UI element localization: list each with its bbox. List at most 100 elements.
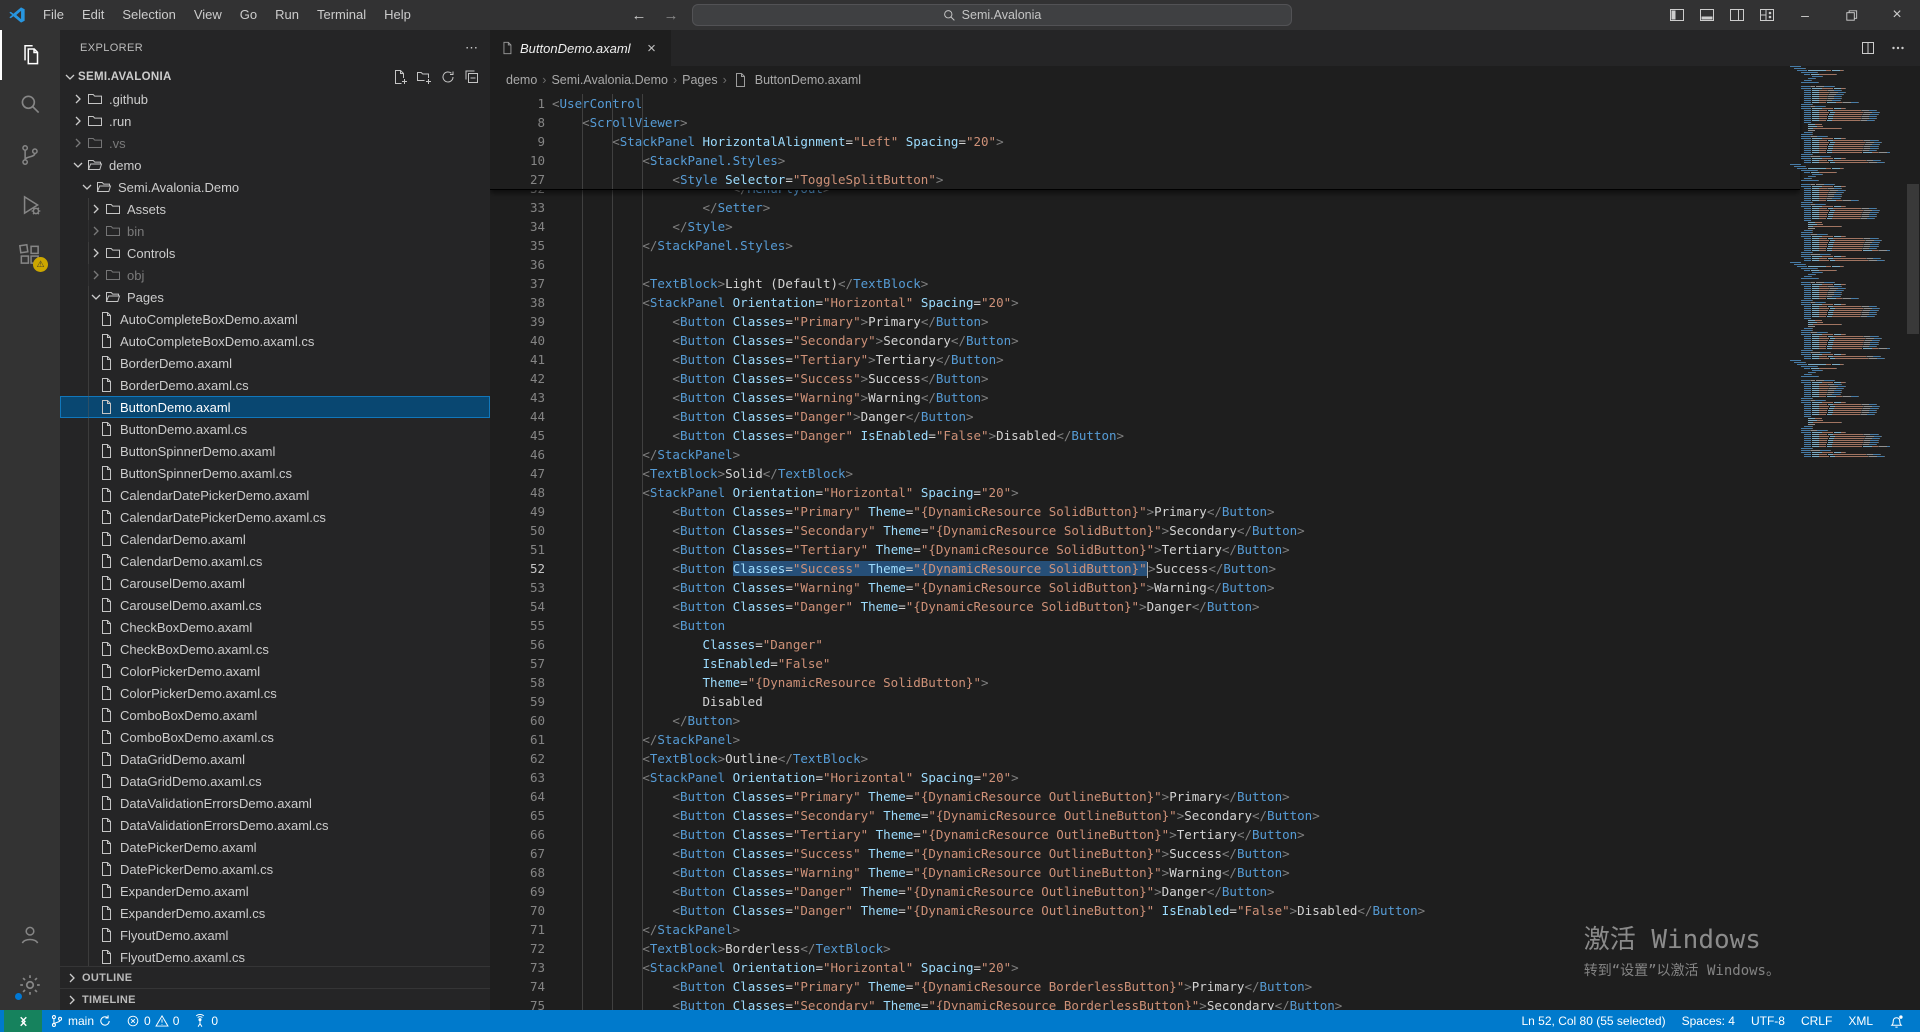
command-center-search[interactable]: Semi.Avalonia bbox=[692, 4, 1292, 26]
new-file-button[interactable] bbox=[392, 69, 408, 85]
code-line[interactable]: 8 <ScrollViewer> bbox=[490, 113, 1800, 132]
line-number[interactable]: 37 bbox=[490, 274, 545, 293]
status-indentation[interactable]: Spaces: 4 bbox=[1676, 1010, 1741, 1032]
line-number[interactable]: 34 bbox=[490, 217, 545, 236]
restore-button[interactable] bbox=[1828, 0, 1874, 30]
breadcrumb-item[interactable]: ButtonDemo.axaml bbox=[755, 73, 861, 87]
activity-source-control-icon[interactable] bbox=[0, 130, 60, 180]
code-line[interactable]: 65 <Button Classes="Secondary" Theme="{D… bbox=[490, 806, 1920, 825]
code-line[interactable]: 33 </Setter> bbox=[490, 198, 1920, 217]
line-number[interactable]: 44 bbox=[490, 407, 545, 426]
line-number[interactable]: 71 bbox=[490, 920, 545, 939]
tab-close-button[interactable]: × bbox=[643, 40, 661, 57]
code-line[interactable]: 70 <Button Classes="Danger" Theme="{Dyna… bbox=[490, 901, 1920, 920]
breadcrumb-item[interactable]: Semi.Avalonia.Demo bbox=[551, 73, 668, 87]
line-number[interactable]: 40 bbox=[490, 331, 545, 350]
line-number[interactable]: 43 bbox=[490, 388, 545, 407]
tree-item-expanderdemo-axaml-cs[interactable]: ExpanderDemo.axaml.cs bbox=[60, 902, 490, 924]
tree-item-calendardemo-axaml-cs[interactable]: CalendarDemo.axaml.cs bbox=[60, 550, 490, 572]
tree-item--github[interactable]: .github bbox=[60, 88, 490, 110]
line-number[interactable]: 51 bbox=[490, 540, 545, 559]
code-editor[interactable]: 32 </MenuFlyout>33 </Setter>34 </Style>3… bbox=[490, 94, 1920, 1010]
line-number[interactable]: 65 bbox=[490, 806, 545, 825]
tree-item-expanderdemo-axaml[interactable]: ExpanderDemo.axaml bbox=[60, 880, 490, 902]
toggle-secondary-sidebar-button[interactable] bbox=[1722, 0, 1752, 30]
tree-item-buttonspinnerdemo-axaml-cs[interactable]: ButtonSpinnerDemo.axaml.cs bbox=[60, 462, 490, 484]
breadcrumb-item[interactable]: Pages bbox=[682, 73, 717, 87]
code-line[interactable]: 67 <Button Classes="Success" Theme="{Dyn… bbox=[490, 844, 1920, 863]
code-line[interactable]: 42 <Button Classes="Success">Success</Bu… bbox=[490, 369, 1920, 388]
line-number[interactable]: 49 bbox=[490, 502, 545, 521]
tree-item-datagriddemo-axaml-cs[interactable]: DataGridDemo.axaml.cs bbox=[60, 770, 490, 792]
refresh-explorer-button[interactable] bbox=[440, 69, 456, 85]
tree-item-datepickerdemo-axaml[interactable]: DatePickerDemo.axaml bbox=[60, 836, 490, 858]
activity-explorer-icon[interactable] bbox=[0, 30, 60, 80]
code-line[interactable]: 9 <StackPanel HorizontalAlignment="Left"… bbox=[490, 132, 1800, 151]
split-editor-button[interactable] bbox=[1860, 40, 1876, 56]
line-number[interactable]: 56 bbox=[490, 635, 545, 654]
tree-item-controls[interactable]: Controls bbox=[60, 242, 490, 264]
activity-run-debug-icon[interactable] bbox=[0, 180, 60, 230]
code-line[interactable]: 37 <TextBlock>Light (Default)</TextBlock… bbox=[490, 274, 1920, 293]
line-number[interactable]: 61 bbox=[490, 730, 545, 749]
tree-item-datavalidationerrorsdemo-axaml-cs[interactable]: DataValidationErrorsDemo.axaml.cs bbox=[60, 814, 490, 836]
tree-item-datepickerdemo-axaml-cs[interactable]: DatePickerDemo.axaml.cs bbox=[60, 858, 490, 880]
code-line[interactable]: 54 <Button Classes="Danger" Theme="{Dyna… bbox=[490, 597, 1920, 616]
line-number[interactable]: 48 bbox=[490, 483, 545, 502]
code-line[interactable]: 40 <Button Classes="Secondary">Secondary… bbox=[490, 331, 1920, 350]
activity-search-icon[interactable] bbox=[0, 80, 60, 130]
menu-go[interactable]: Go bbox=[231, 0, 266, 30]
code-line[interactable]: 60 </Button> bbox=[490, 711, 1920, 730]
code-line[interactable]: 69 <Button Classes="Danger" Theme="{Dyna… bbox=[490, 882, 1920, 901]
tree-item-demo[interactable]: demo bbox=[60, 154, 490, 176]
tree-item-autocompleteboxdemo-axaml-cs[interactable]: AutoCompleteBoxDemo.axaml.cs bbox=[60, 330, 490, 352]
code-line[interactable]: 47 <TextBlock>Solid</TextBlock> bbox=[490, 464, 1920, 483]
status-problems[interactable]: 00 bbox=[120, 1010, 185, 1032]
line-number[interactable]: 74 bbox=[490, 977, 545, 996]
tree-item--run[interactable]: .run bbox=[60, 110, 490, 132]
line-number[interactable]: 9 bbox=[490, 132, 545, 151]
line-number[interactable]: 58 bbox=[490, 673, 545, 692]
status-ports[interactable]: 0 bbox=[187, 1010, 224, 1032]
tree-item-semi-avalonia-demo[interactable]: Semi.Avalonia.Demo bbox=[60, 176, 490, 198]
line-number[interactable]: 42 bbox=[490, 369, 545, 388]
tree-item-autocompleteboxdemo-axaml[interactable]: AutoCompleteBoxDemo.axaml bbox=[60, 308, 490, 330]
tree-item-calendardatepickerdemo-axaml-cs[interactable]: CalendarDatePickerDemo.axaml.cs bbox=[60, 506, 490, 528]
editor-scrollbar[interactable] bbox=[1906, 66, 1920, 1010]
line-number[interactable]: 53 bbox=[490, 578, 545, 597]
status-eol-sequence[interactable]: CRLF bbox=[1795, 1010, 1838, 1032]
code-line[interactable]: 55 <Button bbox=[490, 616, 1920, 635]
code-line[interactable]: 68 <Button Classes="Warning" Theme="{Dyn… bbox=[490, 863, 1920, 882]
line-number[interactable]: 39 bbox=[490, 312, 545, 331]
tree-item-buttondemo-axaml-cs[interactable]: ButtonDemo.axaml.cs bbox=[60, 418, 490, 440]
code-line[interactable]: 66 <Button Classes="Tertiary" Theme="{Dy… bbox=[490, 825, 1920, 844]
toggle-sidebar-button[interactable] bbox=[1662, 0, 1692, 30]
code-line[interactable]: 59 Disabled bbox=[490, 692, 1920, 711]
collapse-folders-button[interactable] bbox=[464, 69, 480, 85]
scrollbar-slider[interactable] bbox=[1907, 184, 1919, 334]
code-line[interactable]: 41 <Button Classes="Tertiary">Tertiary</… bbox=[490, 350, 1920, 369]
code-line[interactable]: 48 <StackPanel Orientation="Horizontal" … bbox=[490, 483, 1920, 502]
tree-item-comboboxdemo-axaml[interactable]: ComboBoxDemo.axaml bbox=[60, 704, 490, 726]
menu-terminal[interactable]: Terminal bbox=[308, 0, 375, 30]
code-line[interactable]: 10 <StackPanel.Styles> bbox=[490, 151, 1800, 170]
status-notifications[interactable] bbox=[1883, 1010, 1910, 1032]
status-encoding[interactable]: UTF-8 bbox=[1745, 1010, 1791, 1032]
code-line[interactable]: 52 <Button Classes="Success" Theme="{Dyn… bbox=[490, 559, 1920, 578]
breadcrumb-item[interactable]: demo bbox=[506, 73, 537, 87]
tree-item-assets[interactable]: Assets bbox=[60, 198, 490, 220]
tree-item-colorpickerdemo-axaml[interactable]: ColorPickerDemo.axaml bbox=[60, 660, 490, 682]
code-line[interactable]: 43 <Button Classes="Warning">Warning</Bu… bbox=[490, 388, 1920, 407]
line-number[interactable]: 62 bbox=[490, 749, 545, 768]
tree-item-carouseldemo-axaml[interactable]: CarouselDemo.axaml bbox=[60, 572, 490, 594]
code-line[interactable]: 46 </StackPanel> bbox=[490, 445, 1920, 464]
code-line[interactable]: 64 <Button Classes="Primary" Theme="{Dyn… bbox=[490, 787, 1920, 806]
code-line[interactable]: 61 </StackPanel> bbox=[490, 730, 1920, 749]
line-number[interactable]: 36 bbox=[490, 255, 545, 274]
tree-item-buttondemo-axaml[interactable]: ButtonDemo.axaml bbox=[60, 396, 490, 418]
line-number[interactable]: 46 bbox=[490, 445, 545, 464]
tree-item-carouseldemo-axaml-cs[interactable]: CarouselDemo.axaml.cs bbox=[60, 594, 490, 616]
tree-item-buttonspinnerdemo-axaml[interactable]: ButtonSpinnerDemo.axaml bbox=[60, 440, 490, 462]
sidebar-more-actions-button[interactable]: ⋯ bbox=[465, 40, 478, 56]
line-number[interactable]: 72 bbox=[490, 939, 545, 958]
